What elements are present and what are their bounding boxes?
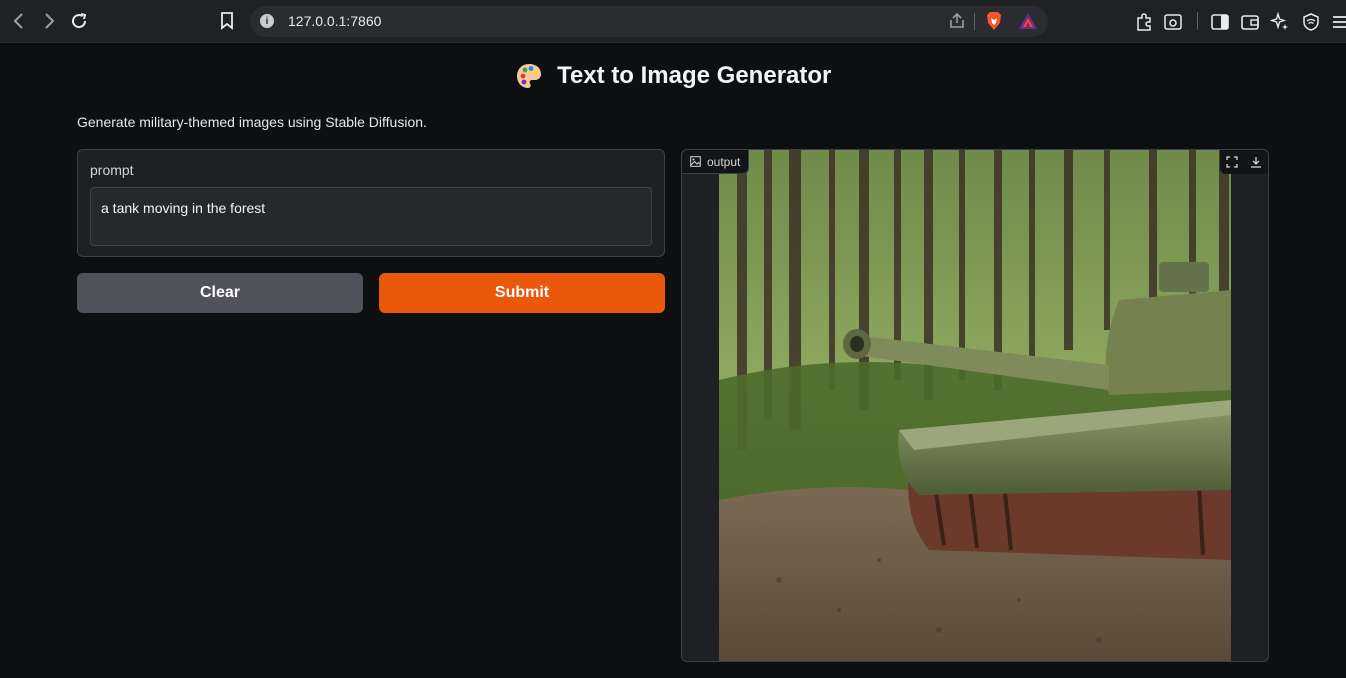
page-title-row: Text to Image Generator bbox=[0, 62, 1346, 90]
prompt-input[interactable]: a tank moving in the forest bbox=[90, 187, 652, 246]
output-label-badge: output bbox=[682, 150, 750, 174]
forward-icon[interactable] bbox=[38, 10, 60, 32]
app-page: Text to Image Generator Generate militar… bbox=[0, 44, 1346, 678]
download-icon[interactable] bbox=[1244, 150, 1268, 174]
extensions-icon[interactable] bbox=[1134, 12, 1154, 32]
clear-button[interactable]: Clear bbox=[77, 273, 363, 313]
leo-ai-icon[interactable] bbox=[1270, 12, 1290, 32]
fullscreen-icon[interactable] bbox=[1220, 150, 1244, 174]
sidebar-icon[interactable] bbox=[1210, 12, 1230, 32]
brave-rewards-icon[interactable] bbox=[1018, 12, 1038, 30]
back-icon[interactable] bbox=[8, 10, 30, 32]
reload-icon[interactable] bbox=[68, 10, 90, 32]
wallet-icon[interactable] bbox=[1240, 12, 1260, 32]
divider bbox=[974, 13, 975, 30]
bookmark-icon[interactable] bbox=[216, 10, 238, 32]
browser-toolbar: i 127.0.0.1:7860 bbox=[0, 0, 1346, 43]
menu-icon[interactable] bbox=[1330, 12, 1346, 32]
output-actions bbox=[1220, 150, 1268, 174]
share-icon[interactable] bbox=[948, 12, 966, 30]
output-image-panel: output bbox=[681, 149, 1269, 662]
address-bar[interactable]: i 127.0.0.1:7860 bbox=[250, 6, 1048, 37]
vpn-icon[interactable] bbox=[1301, 12, 1321, 32]
output-label: output bbox=[707, 154, 741, 169]
site-info-icon[interactable]: i bbox=[260, 14, 274, 28]
url-text[interactable]: 127.0.0.1:7860 bbox=[288, 13, 381, 29]
submit-button[interactable]: Submit bbox=[379, 273, 665, 313]
reader-mode-icon[interactable] bbox=[1163, 12, 1183, 32]
page-title: Text to Image Generator bbox=[557, 62, 832, 89]
page-description: Generate military-themed images using St… bbox=[77, 114, 427, 130]
image-icon bbox=[690, 156, 701, 167]
generated-tank-image[interactable] bbox=[719, 150, 1231, 662]
divider bbox=[1197, 12, 1198, 30]
brave-shields-icon[interactable] bbox=[985, 11, 1003, 31]
prompt-textbox: prompt a tank moving in the forest bbox=[77, 149, 665, 257]
prompt-label: prompt bbox=[90, 162, 134, 178]
artist-palette-icon bbox=[516, 64, 541, 88]
